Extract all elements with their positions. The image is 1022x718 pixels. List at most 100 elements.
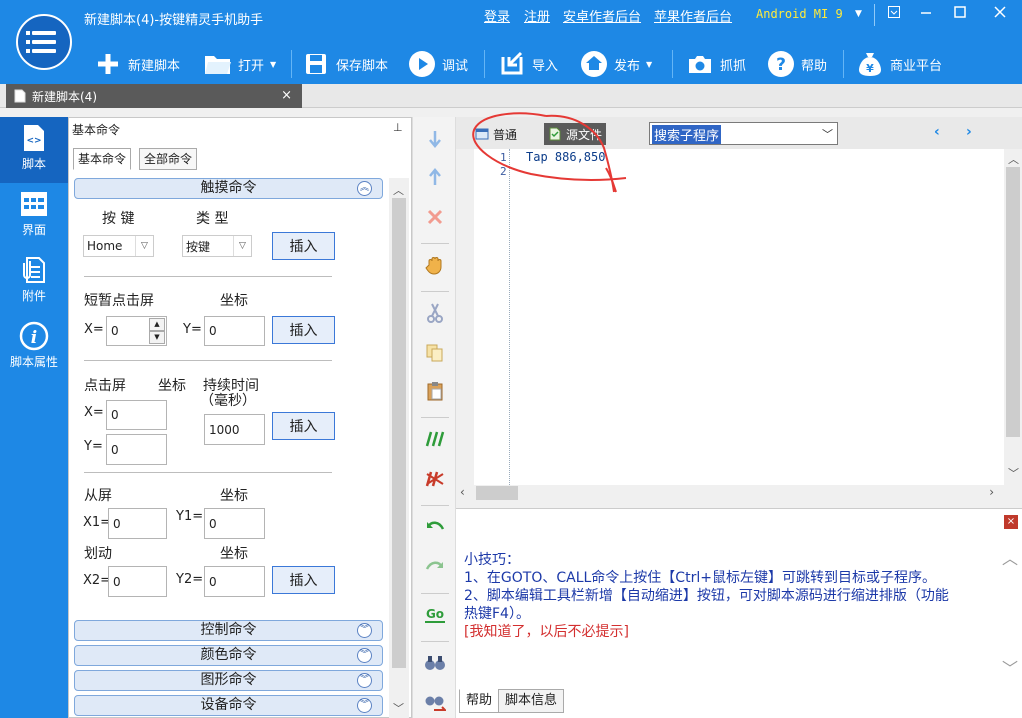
hand-icon[interactable] xyxy=(423,253,447,277)
tab-all-commands[interactable]: 全部命令 xyxy=(139,148,198,170)
insert-press-button[interactable]: 插入 xyxy=(272,412,335,440)
paste-icon[interactable] xyxy=(423,379,447,403)
editor-vertical-scrollbar[interactable]: ︿ ﹀ xyxy=(1004,149,1022,485)
help-button[interactable]: ? 帮助 xyxy=(767,48,827,80)
android-author-link[interactable]: 安卓作者后台 xyxy=(563,6,641,25)
panel-scrollbar[interactable]: ︿ ﹀ xyxy=(389,178,409,718)
group-graphics-commands[interactable]: 图形命令 ︾ xyxy=(74,670,383,691)
panel-title: 基本命令 xyxy=(72,123,121,137)
key-select[interactable]: Home ▽ xyxy=(83,235,154,257)
expand-icon: ︾ xyxy=(357,698,372,713)
market-button[interactable]: ¥ 商业平台 xyxy=(856,48,942,80)
insert-key-button[interactable]: 插入 xyxy=(272,232,335,260)
device-selector[interactable]: Android MI 9 xyxy=(756,7,843,21)
sidebar-item-ui[interactable]: 界面 xyxy=(0,183,68,249)
tab-help[interactable]: 帮助 xyxy=(459,689,500,713)
tips-close-icon[interactable]: × xyxy=(1004,515,1018,529)
uncomment-icon[interactable] xyxy=(423,467,447,491)
undo-icon[interactable] xyxy=(423,515,447,539)
stepper-down-icon[interactable]: ▼ xyxy=(149,331,165,344)
scroll-up-icon[interactable]: ︿ xyxy=(1002,545,1018,569)
scroll-down-icon[interactable]: ﹀ xyxy=(393,700,404,716)
document-icon xyxy=(14,89,26,103)
tab-script-info[interactable]: 脚本信息 xyxy=(498,689,565,713)
stepper-up-icon[interactable]: ▲ xyxy=(149,318,165,331)
editor-horizontal-scrollbar[interactable]: ‹ › xyxy=(456,485,1004,501)
cut-icon[interactable] xyxy=(423,301,447,325)
save-script-button[interactable]: 保存脚本 xyxy=(302,48,388,80)
move-up-icon[interactable] xyxy=(423,165,447,189)
group-device-commands[interactable]: 设备命令 ︾ xyxy=(74,695,383,716)
login-link[interactable]: 登录 xyxy=(484,6,510,25)
pin-icon[interactable]: ⊥ xyxy=(393,121,403,134)
press-duration-field[interactable]: 1000 xyxy=(204,414,265,445)
open-button[interactable]: 打开 ▼ xyxy=(204,48,276,80)
chevron-down-icon[interactable]: ﹀ xyxy=(822,126,833,142)
swipe-y1-field[interactable]: 0 xyxy=(204,508,265,539)
type-select[interactable]: 按键 ▽ xyxy=(182,235,252,257)
swipe-y2-field[interactable]: 0 xyxy=(204,566,265,597)
app-menu-icon[interactable] xyxy=(16,14,72,70)
device-dropdown-icon[interactable]: ▼ xyxy=(855,9,862,19)
find-icon[interactable] xyxy=(423,651,447,675)
move-down-icon[interactable] xyxy=(423,127,447,151)
press-x-field[interactable]: 0 xyxy=(106,400,167,430)
comment-icon[interactable] xyxy=(423,427,447,451)
scroll-up-icon[interactable]: ︿ xyxy=(1008,151,1019,167)
insert-tap-button[interactable]: 插入 xyxy=(272,316,335,344)
minimize-button[interactable] xyxy=(910,4,942,26)
goto-icon[interactable]: Go xyxy=(423,603,447,627)
scroll-up-icon[interactable]: ︿ xyxy=(393,182,404,198)
nav-prev-icon[interactable]: ‹ xyxy=(934,124,940,140)
copy-icon[interactable] xyxy=(423,341,447,365)
scroll-right-icon[interactable]: › xyxy=(989,485,994,499)
tool-separator xyxy=(421,593,449,594)
scrollbar-thumb[interactable] xyxy=(392,198,406,668)
press-y-field[interactable]: 0 xyxy=(106,434,167,465)
import-button[interactable]: 导入 xyxy=(498,48,558,80)
scroll-left-icon[interactable]: ‹ xyxy=(460,485,465,499)
editor-toolbar: Go xyxy=(412,117,456,718)
folder-icon xyxy=(204,50,232,78)
scrollbar-thumb[interactable] xyxy=(476,486,518,500)
nav-next-icon[interactable]: › xyxy=(966,124,972,140)
delete-icon[interactable] xyxy=(423,205,447,229)
tap-y-field[interactable]: 0 xyxy=(204,316,265,346)
scroll-down-icon[interactable]: ﹀ xyxy=(1002,655,1018,679)
press-coord-label: 坐标 xyxy=(158,378,186,394)
menu-dropdown-button[interactable] xyxy=(878,4,910,26)
sidebar-item-attachment[interactable]: 附件 xyxy=(0,249,68,315)
save-icon xyxy=(302,50,330,78)
tip-line: 热键F4）。 xyxy=(464,606,530,622)
new-script-button[interactable]: 新建脚本 xyxy=(94,48,180,80)
dismiss-tips-link[interactable]: [我知道了，以后不必提示] xyxy=(464,623,629,641)
tips-title: 小技巧： xyxy=(464,552,520,568)
swipe-x1-value: 0 xyxy=(113,516,121,531)
group-label: 图形命令 xyxy=(200,672,257,688)
group-color-commands[interactable]: 颜色命令 ︾ xyxy=(74,645,383,666)
redo-icon[interactable] xyxy=(423,555,447,579)
swipe-x1-field[interactable]: 0 xyxy=(108,508,167,539)
swipe-x2-field[interactable]: 0 xyxy=(108,566,167,597)
close-button[interactable] xyxy=(984,4,1016,26)
replace-icon[interactable] xyxy=(423,691,447,715)
insert-swipe-button[interactable]: 插入 xyxy=(272,566,335,594)
debug-button[interactable]: 调试 xyxy=(408,48,468,80)
attachment-icon xyxy=(23,257,45,283)
apple-author-link[interactable]: 苹果作者后台 xyxy=(654,6,732,25)
sidebar-item-script[interactable]: <> 脚本 xyxy=(0,117,68,183)
group-touch-commands[interactable]: 触摸命令 ︽ xyxy=(74,178,383,199)
doc-tab-close-icon[interactable]: × xyxy=(281,88,292,103)
scrollbar-thumb[interactable] xyxy=(1006,167,1020,437)
expand-icon: ︾ xyxy=(357,623,372,638)
capture-button[interactable]: 抓抓 xyxy=(686,48,746,80)
tab-basic-commands[interactable]: 基本命令 xyxy=(73,148,132,170)
sidebar-item-properties[interactable]: i 脚本属性 xyxy=(0,315,68,381)
subroutine-search[interactable]: 搜索子程序 ﹀ xyxy=(649,122,838,145)
doc-tab-new-script[interactable]: 新建脚本(4) × xyxy=(6,84,302,108)
group-control-commands[interactable]: 控制命令 ︾ xyxy=(74,620,383,641)
publish-button[interactable]: 发布 ▼ xyxy=(580,48,652,80)
register-link[interactable]: 注册 xyxy=(524,6,550,25)
maximize-button[interactable] xyxy=(944,4,976,26)
scroll-down-icon[interactable]: ﹀ xyxy=(1008,465,1019,481)
